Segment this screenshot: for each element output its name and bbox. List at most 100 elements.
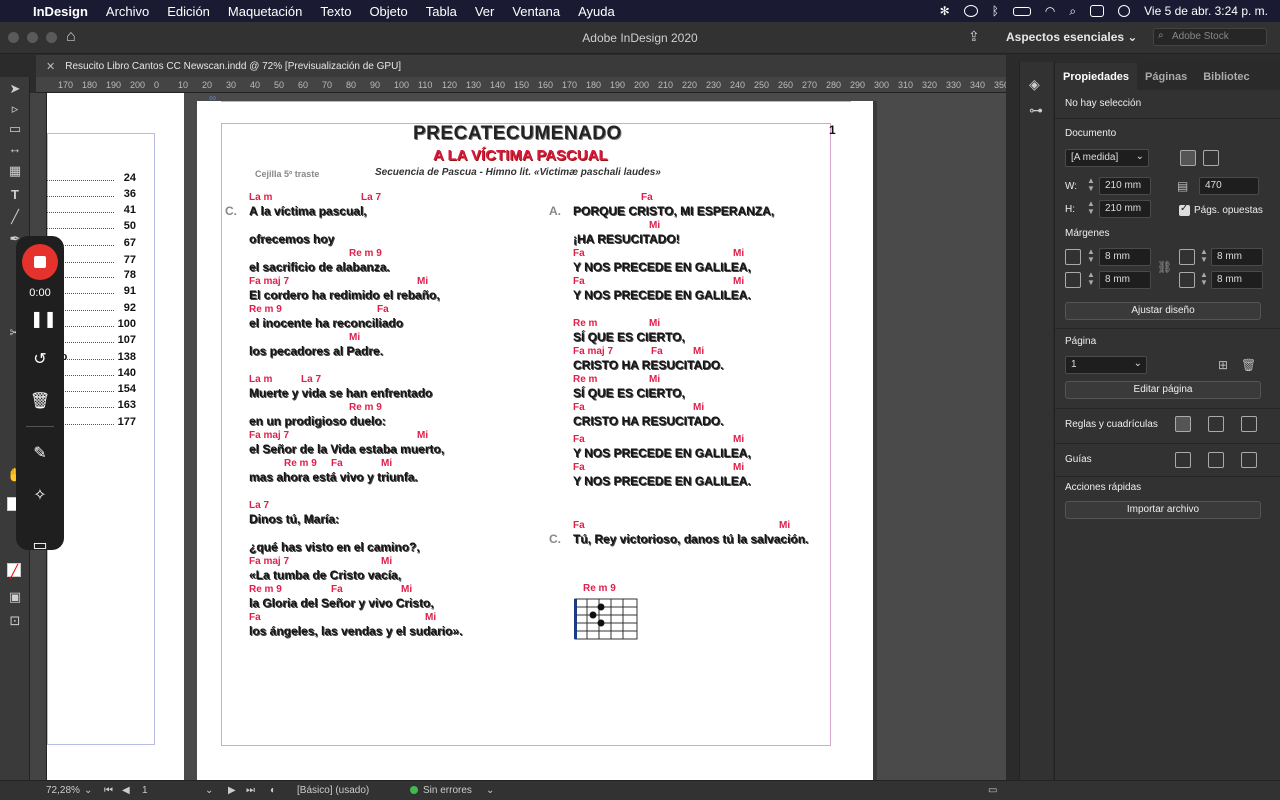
margin-inside-input[interactable]: 8 mm <box>1211 248 1263 266</box>
workspace-switcher[interactable]: Aspectos esenciales ⌄ <box>1006 30 1137 44</box>
margin-outside-input[interactable]: 8 mm <box>1211 271 1263 289</box>
margin-bottom-input[interactable]: 8 mm <box>1099 271 1151 289</box>
gear-status-icon[interactable]: ✻ <box>940 4 950 18</box>
creative-cloud-icon[interactable] <box>963 5 978 17</box>
direct-selection-tool-icon[interactable]: ▹ <box>7 101 23 117</box>
link-icon[interactable]: ∞ <box>209 93 216 104</box>
page-tool-icon[interactable]: ▭ <box>7 121 23 137</box>
menu-ventana[interactable]: Ventana <box>503 4 569 19</box>
menu-objeto[interactable]: Objeto <box>360 4 416 19</box>
delete-page-icon[interactable]: 🗑 <box>1241 358 1256 372</box>
lock-guides-icon[interactable] <box>1208 452 1224 468</box>
margin-top-input[interactable]: 8 mm <box>1099 248 1151 266</box>
menu-maquetacion[interactable]: Maquetación <box>219 4 311 19</box>
first-page-icon[interactable]: ⏮ <box>104 785 113 796</box>
restart-icon[interactable]: ↺ <box>30 350 50 370</box>
margin-top-stepper[interactable]: ▲ ▼ <box>1085 248 1097 266</box>
screen-mode-icon[interactable]: ▣ <box>7 589 23 605</box>
link-margins-icon[interactable]: ⛓ <box>1157 260 1172 274</box>
preview-mode-icon[interactable]: ⊡ <box>7 613 23 629</box>
magic-wand-icon[interactable]: ✧ <box>30 486 50 506</box>
height-input[interactable]: 210 mm <box>1099 200 1151 218</box>
tab-pages[interactable]: Páginas <box>1137 71 1195 90</box>
song-page[interactable]: 1 PRECATECUMENADO A LA VÍCTIMA PASCUAL C… <box>197 93 873 780</box>
chevron-down-icon[interactable]: ⌄ <box>205 785 213 796</box>
chevron-down-icon[interactable]: ⌄ <box>486 785 494 796</box>
close-icon[interactable]: ✕ <box>46 60 55 73</box>
home-icon[interactable]: ⌂ <box>66 28 76 46</box>
baseline-grid-icon[interactable] <box>1208 416 1224 432</box>
control-center-icon[interactable] <box>1090 5 1105 17</box>
layers-icon[interactable]: ◈ <box>1029 76 1040 93</box>
camera-icon[interactable]: ▭ <box>30 536 50 556</box>
preflight-profile[interactable]: [Básico] (usado) <box>297 785 369 796</box>
import-file-button[interactable]: Importar archivo <box>1065 501 1261 519</box>
screen-mode-icon[interactable]: ▭ <box>988 785 997 796</box>
margin-bottom-stepper[interactable]: ▲ ▼ <box>1085 271 1097 289</box>
minimize-window-button[interactable] <box>27 32 38 43</box>
preflight-status[interactable]: Sin errores <box>410 785 472 796</box>
landscape-orientation-icon[interactable] <box>1203 150 1219 166</box>
content-collector-icon[interactable]: ▦ <box>7 163 23 179</box>
rulers-icon[interactable] <box>1175 416 1191 432</box>
zoom-level[interactable]: 72,28% <box>46 785 80 796</box>
bluetooth-icon[interactable]: ᛒ <box>992 4 999 18</box>
menu-tabla[interactable]: Tabla <box>417 4 466 19</box>
pause-icon[interactable]: ❚❚ <box>30 310 57 330</box>
zoom-window-button[interactable] <box>46 32 57 43</box>
preflight-icon[interactable]: ◐ <box>270 785 276 796</box>
stop-record-button[interactable] <box>22 244 58 280</box>
document-tab[interactable]: ✕ Resucito Libro Cantos CC Newscan.indd … <box>36 55 1006 77</box>
margin-inside-stepper[interactable]: ▲ ▼ <box>1198 248 1210 266</box>
type-tool-icon[interactable]: T <box>7 187 23 203</box>
gap-tool-icon[interactable]: ↔ <box>7 141 23 157</box>
document-preset-select[interactable]: [A medida] ⌄ <box>1065 149 1149 167</box>
menu-edicion[interactable]: Edición <box>158 4 219 19</box>
menu-ver[interactable]: Ver <box>466 4 504 19</box>
show-guides-icon[interactable] <box>1175 452 1191 468</box>
tab-libraries[interactable]: Bibliotec <box>1195 71 1257 90</box>
close-window-button[interactable] <box>8 32 19 43</box>
next-page-icon[interactable]: ▶ <box>228 785 236 796</box>
portrait-orientation-icon[interactable] <box>1180 150 1196 166</box>
document-grid-icon[interactable] <box>1241 416 1257 432</box>
share-icon[interactable]: ⇪ <box>968 28 980 45</box>
page-select[interactable]: 1 ⌄ <box>1065 356 1147 374</box>
smart-guides-icon[interactable] <box>1241 452 1257 468</box>
previous-page-icon[interactable]: ◀ <box>122 785 130 796</box>
menu-ayuda[interactable]: Ayuda <box>569 4 624 19</box>
trash-icon[interactable]: 🗑 <box>30 392 50 412</box>
line-tool-icon[interactable]: ╱ <box>7 209 23 225</box>
add-page-icon[interactable]: ⊞ <box>1218 358 1228 372</box>
facing-pages-checkbox[interactable]: ✓ <box>1179 203 1190 216</box>
search-icon[interactable]: ⌕ <box>1069 4 1076 19</box>
links-icon[interactable]: ⊶ <box>1029 102 1043 119</box>
selection-tool-icon[interactable]: ➤ <box>7 81 23 97</box>
pages-count-input[interactable]: 470 <box>1199 177 1259 195</box>
horizontal-ruler[interactable]: 170 180 190 200 0 10 20 30 40 50 60 70 80 90 100 110 120… <box>36 77 1006 93</box>
width-input[interactable]: 210 mm <box>1099 177 1151 195</box>
wifi-icon[interactable]: ◠ <box>1045 4 1055 18</box>
battery-icon[interactable] <box>1012 6 1031 16</box>
margin-outside-stepper[interactable]: ▲ ▼ <box>1198 271 1210 289</box>
pencil-icon[interactable]: ✎ <box>30 444 50 464</box>
menu-archivo[interactable]: Archivo <box>97 4 158 19</box>
menu-texto[interactable]: Texto <box>311 4 360 19</box>
adjust-layout-button[interactable]: Ajustar diseño <box>1065 302 1261 320</box>
width-stepper[interactable]: ▲ ▼ <box>1085 177 1097 195</box>
height-stepper[interactable]: ▲ ▼ <box>1085 200 1097 218</box>
document-canvas[interactable]: 243641506777789192100107138140154163177t… <box>47 93 1006 780</box>
left-page[interactable]: 243641506777789192100107138140154163177t… <box>47 93 184 780</box>
datetime[interactable]: Vie 5 de abr. 3:24 p. m. <box>1144 4 1268 18</box>
menu-app[interactable]: InDesign <box>24 4 97 19</box>
page-number-field[interactable]: 1 <box>142 785 148 796</box>
edit-page-button[interactable]: Editar página <box>1065 381 1261 399</box>
adobe-stock-search[interactable]: ⌕ Adobe Stock <box>1153 28 1267 46</box>
siri-icon[interactable] <box>1118 5 1131 17</box>
tab-properties[interactable]: Propiedades <box>1055 63 1138 90</box>
last-page-icon[interactable]: ⏭ <box>246 785 255 796</box>
chevron-down-icon[interactable]: ⌄ <box>84 785 92 796</box>
app-bar: ⌂ Adobe InDesign 2020 ⇪ Aspectos esencia… <box>0 22 1280 54</box>
chord-label: Re m 9 <box>349 248 382 259</box>
stroke-swatch[interactable]: ╱ <box>7 563 21 579</box>
